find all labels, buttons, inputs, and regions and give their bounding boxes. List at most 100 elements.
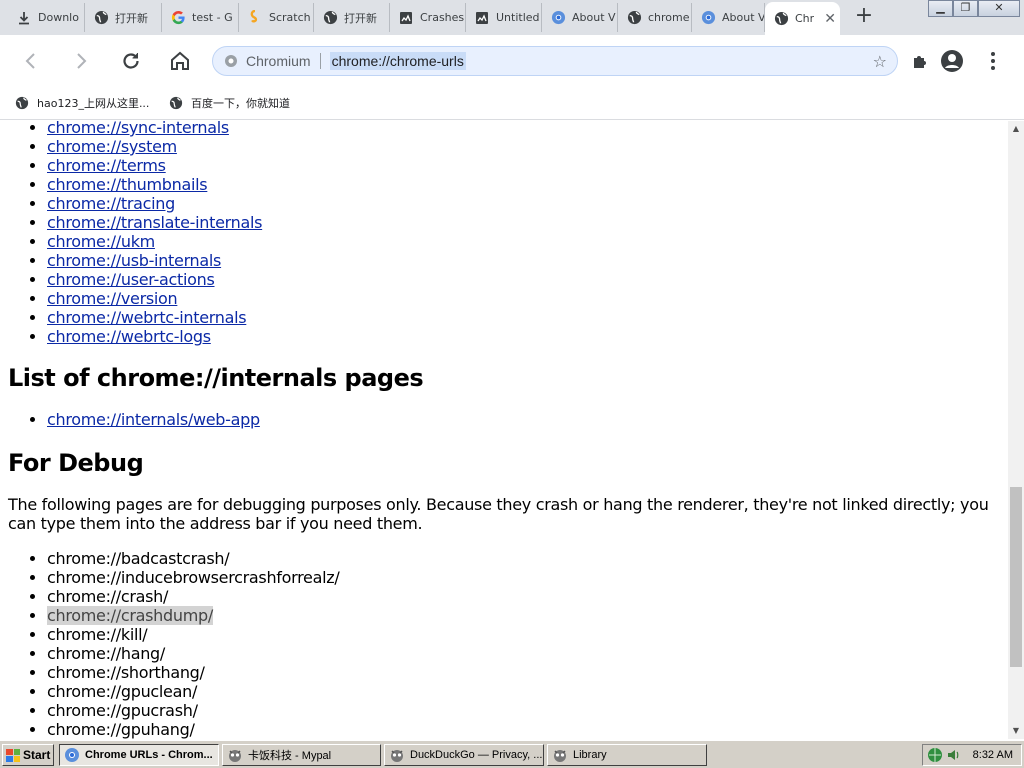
- close-tab-icon[interactable]: ✕: [824, 11, 836, 27]
- tab-open-new-2[interactable]: 打开新: [314, 3, 390, 32]
- url-link[interactable]: chrome://terms: [47, 156, 166, 175]
- url-link[interactable]: chrome://internals/web-app: [47, 410, 260, 429]
- reload-icon: [123, 53, 139, 69]
- tab-crashes[interactable]: Crashes: [390, 3, 466, 32]
- chromium-icon: [550, 10, 566, 26]
- url-link[interactable]: chrome://webrtc-logs: [47, 327, 211, 346]
- profile-button[interactable]: [937, 46, 967, 76]
- mypal-icon: [391, 750, 403, 762]
- url-link[interactable]: chrome://thumbnails: [47, 175, 208, 194]
- extensions-button[interactable]: [905, 46, 935, 76]
- restore-button[interactable]: ❐: [953, 0, 978, 17]
- bookmarks-bar: hao123_上网从这里... 百度一下，你就知道: [0, 87, 1024, 120]
- list-item: chrome://inducebrowsercrashforrealz/: [47, 568, 1008, 587]
- debug-description: The following pages are for debugging pu…: [8, 495, 989, 533]
- forward-button[interactable]: [66, 46, 96, 76]
- list-item: chrome://thumbnails: [47, 175, 1008, 194]
- debug-url-highlighted[interactable]: chrome://crashdump/: [47, 606, 213, 625]
- mypal-icon: [229, 750, 241, 762]
- url-link[interactable]: chrome://ukm: [47, 232, 155, 251]
- url-link[interactable]: chrome://sync-internals: [47, 121, 229, 137]
- crash-icon: [398, 10, 414, 26]
- list-item: chrome://shorthang/: [47, 663, 1008, 682]
- url-link[interactable]: chrome://version: [47, 289, 178, 308]
- debug-heading: For Debug: [8, 449, 144, 477]
- windows-logo-icon: [6, 748, 20, 762]
- mypal-icon: [554, 750, 566, 762]
- debug-url[interactable]: chrome://gpuclean/: [47, 682, 197, 701]
- list-item: chrome://kill/: [47, 625, 1008, 644]
- list-item: chrome://sync-internals: [47, 121, 1008, 137]
- menu-button[interactable]: [978, 46, 1008, 76]
- globe-icon: [169, 96, 183, 110]
- clock[interactable]: 8:32 AM: [973, 749, 1013, 761]
- globe-icon: [773, 11, 789, 27]
- bookmark-baidu[interactable]: 百度一下，你就知道: [169, 95, 290, 111]
- list-item: chrome://gpuhang/: [47, 720, 1008, 739]
- internals-list: chrome://internals/web-app: [0, 410, 1008, 429]
- tab-scratch[interactable]: Scratch: [239, 3, 314, 32]
- minimize-button[interactable]: ▁: [928, 0, 953, 17]
- list-item: chrome://webrtc-internals: [47, 308, 1008, 327]
- tab-about-version-2[interactable]: About V: [692, 3, 765, 32]
- new-tab-button[interactable]: +: [852, 5, 876, 29]
- debug-url[interactable]: chrome://crash/: [47, 587, 168, 606]
- page-scrollbar[interactable]: ▲ ▼: [1008, 121, 1024, 739]
- taskbar-item-chrome[interactable]: Chrome URLs - Chrom...: [59, 744, 219, 766]
- url-text[interactable]: chrome://chrome-urls: [329, 52, 466, 70]
- task-label: Library: [573, 749, 607, 761]
- scroll-up-icon[interactable]: ▲: [1008, 121, 1024, 137]
- tab-open-new-1[interactable]: 打开新: [85, 3, 162, 32]
- taskbar-item-library[interactable]: Library: [547, 744, 707, 766]
- debug-url[interactable]: chrome://hang/: [47, 644, 165, 663]
- scroll-thumb[interactable]: [1010, 487, 1022, 667]
- reload-button[interactable]: [116, 46, 146, 76]
- origin-label: Chromium: [246, 53, 311, 69]
- scratch-icon: [247, 10, 263, 26]
- url-link[interactable]: chrome://tracing: [47, 194, 175, 213]
- tab-chrome[interactable]: chrome: [618, 3, 692, 32]
- address-bar[interactable]: Chromium chrome://chrome-urls ☆: [212, 46, 898, 76]
- omnibox-divider: [319, 53, 321, 69]
- close-window-button[interactable]: ✕: [978, 0, 1020, 17]
- debug-url[interactable]: chrome://gpucrash/: [47, 701, 198, 720]
- debug-url[interactable]: chrome://badcastcrash/: [47, 549, 230, 568]
- bookmark-hao123[interactable]: hao123_上网从这里...: [15, 95, 149, 111]
- url-link[interactable]: chrome://translate-internals: [47, 213, 262, 232]
- debug-url[interactable]: chrome://kill/: [47, 625, 148, 644]
- home-button[interactable]: [165, 46, 195, 76]
- list-item: chrome://crashdump/: [47, 606, 1008, 625]
- debug-url[interactable]: chrome://shorthang/: [47, 663, 205, 682]
- internals-heading: List of chrome://internals pages: [8, 364, 424, 392]
- bookmark-star-icon[interactable]: ☆: [873, 52, 887, 71]
- debug-url[interactable]: chrome://gpuhang/: [47, 720, 195, 739]
- list-item: chrome://translate-internals: [47, 213, 1008, 232]
- task-label: Chrome URLs - Chrom...: [85, 749, 213, 761]
- globe-icon: [626, 10, 642, 26]
- start-label: Start: [23, 748, 51, 762]
- debug-list: chrome://badcastcrash/ chrome://inducebr…: [0, 549, 1008, 739]
- back-button[interactable]: [16, 46, 46, 76]
- taskbar-item-duckduckgo[interactable]: DuckDuckGo — Privacy, ...: [384, 744, 544, 766]
- puzzle-icon: [914, 56, 926, 68]
- list-item: chrome://internals/web-app: [47, 410, 1008, 429]
- tab-about-version-1[interactable]: About V: [542, 3, 618, 32]
- taskbar-item-mypal[interactable]: 卡饭科技 - Mypal: [222, 744, 381, 766]
- volume-tray-icon[interactable]: [946, 747, 962, 763]
- toolbar: Chromium chrome://chrome-urls ☆: [0, 35, 1024, 87]
- tab-untitled[interactable]: Untitled: [466, 3, 542, 32]
- tab-test-google[interactable]: test - G: [162, 3, 239, 32]
- account-icon: [941, 50, 963, 72]
- tab-chrome-urls-active[interactable]: Chr ✕: [765, 2, 840, 35]
- network-tray-icon[interactable]: [927, 747, 943, 763]
- bookmark-label: 百度一下，你就知道: [191, 97, 290, 110]
- url-link[interactable]: chrome://user-actions: [47, 270, 215, 289]
- url-link[interactable]: chrome://webrtc-internals: [47, 308, 247, 327]
- list-item: chrome://version: [47, 289, 1008, 308]
- tab-downloads[interactable]: Downlo: [8, 3, 85, 32]
- scroll-down-icon[interactable]: ▼: [1008, 723, 1024, 739]
- url-link[interactable]: chrome://usb-internals: [47, 251, 221, 270]
- url-link[interactable]: chrome://system: [47, 137, 177, 156]
- start-button[interactable]: Start: [2, 744, 54, 766]
- debug-url[interactable]: chrome://inducebrowsercrashforrealz/: [47, 568, 340, 587]
